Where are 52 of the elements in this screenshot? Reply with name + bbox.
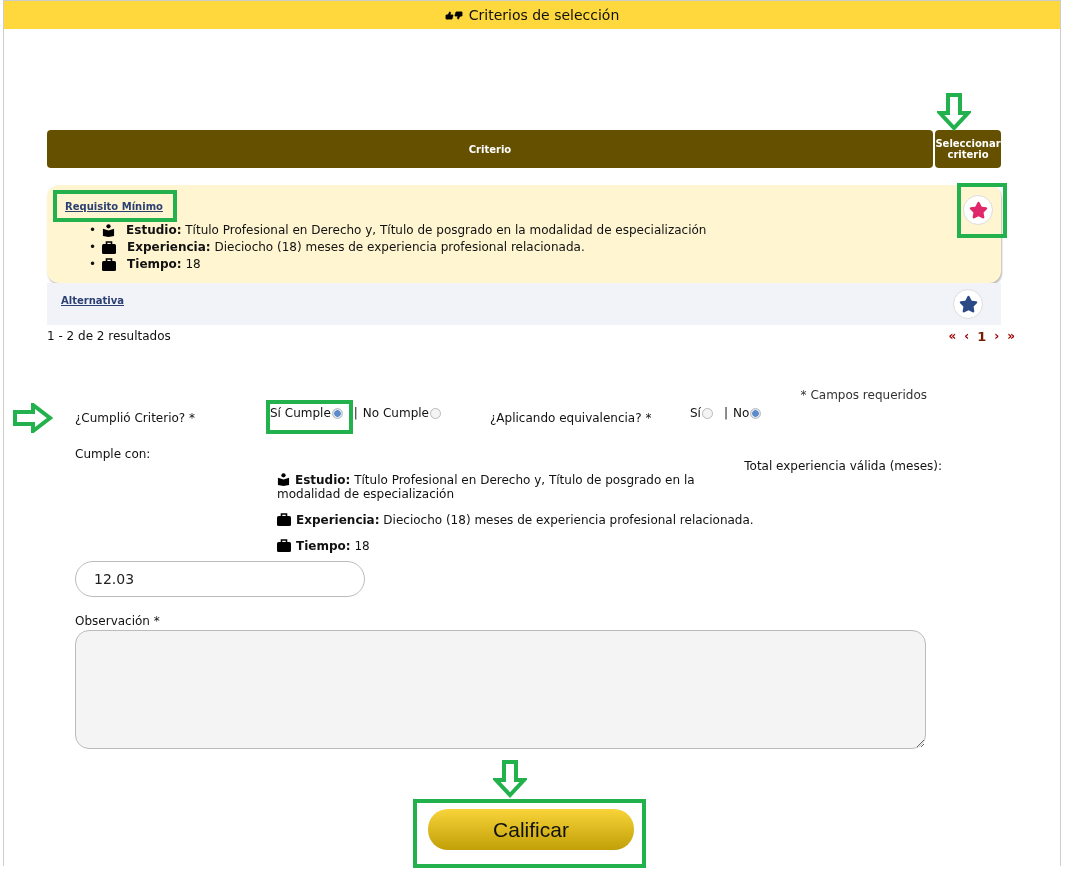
criterion-detail: Tiempo: 18 [277, 539, 757, 553]
criterion-detail: Tiempo: 18 [127, 256, 201, 273]
radio-button[interactable] [331, 407, 343, 419]
thumbs-icon [444, 10, 463, 20]
annotation-arrow [493, 760, 527, 798]
radio-button[interactable] [701, 407, 713, 419]
criterion-detail: Experiencia: Dieciocho (18) meses de experiencia profesional relacionada. [127, 239, 585, 256]
annotation-arrow [937, 93, 971, 131]
observation-label: Observación * [75, 614, 161, 628]
total-label: Total experiencia válida (meses): [744, 459, 942, 473]
criterion-link[interactable]: Alternativa [49, 289, 130, 306]
briefcase-icon [102, 258, 117, 271]
pagination-link[interactable]: › [994, 329, 1000, 344]
book-reader-icon [102, 224, 116, 237]
criterion-row[interactable] [47, 185, 1001, 283]
radio-button[interactable] [429, 407, 441, 419]
criterion-row[interactable]: Alternativa [47, 283, 1001, 325]
question-label: ¿Aplicando equivalencia? * [490, 410, 653, 425]
bullet-text: • [89, 256, 97, 273]
pagination-link[interactable]: » [1007, 329, 1015, 344]
criterion-detail: Estudio: Título Profesional en Derecho y, Título de posgrado en la modalidad de especialización [277, 473, 696, 501]
radio-option[interactable]: Sí [690, 405, 713, 421]
pagination-link[interactable]: ‹ [964, 329, 970, 344]
radio-option[interactable]: Sí Cumple [270, 405, 343, 421]
briefcase-icon [277, 513, 291, 526]
results-count: 1 - 2 de 2 resultados [47, 329, 171, 344]
highlight-frame [957, 183, 1007, 238]
annotation-arrow [13, 403, 53, 433]
briefcase-icon [277, 539, 291, 552]
pagination-link[interactable]: « [948, 329, 957, 344]
radio-option[interactable]: No Cumple [362, 405, 441, 421]
column-header: Seleccionar criterio [935, 130, 1001, 168]
book-reader-icon [277, 473, 290, 486]
observation-field[interactable] [75, 630, 926, 749]
bullet-text: • [89, 239, 97, 256]
separator-text: | [722, 405, 729, 421]
criterion-detail: Estudio: Título Profesional en Derecho y, Título de posgrado en la modalidad de especialización [126, 222, 707, 239]
criterion-detail: Experiencia: Dieciocho (18) meses de experiencia profesional relacionada. [277, 513, 757, 527]
submit-button[interactable]: Calificar [428, 809, 634, 850]
total-input[interactable]: 12.03 [75, 561, 365, 597]
column-header: Criterio [47, 130, 933, 168]
question-label: ¿Cumplió Criterio? * [75, 410, 196, 425]
cumple-label: Cumple con: [75, 447, 151, 463]
criterion-link[interactable]: Requisito Mínimo [53, 195, 169, 212]
briefcase-icon [102, 241, 117, 254]
separator-text: | [352, 405, 359, 421]
bullet-text: • [89, 222, 97, 239]
required-note: * Campos requeridos [799, 388, 927, 402]
radio-button[interactable] [750, 407, 762, 419]
header-title: Criterios de selección [468, 7, 620, 23]
pagination-link[interactable]: 1 [977, 329, 987, 344]
radio-option[interactable]: No [733, 405, 762, 421]
